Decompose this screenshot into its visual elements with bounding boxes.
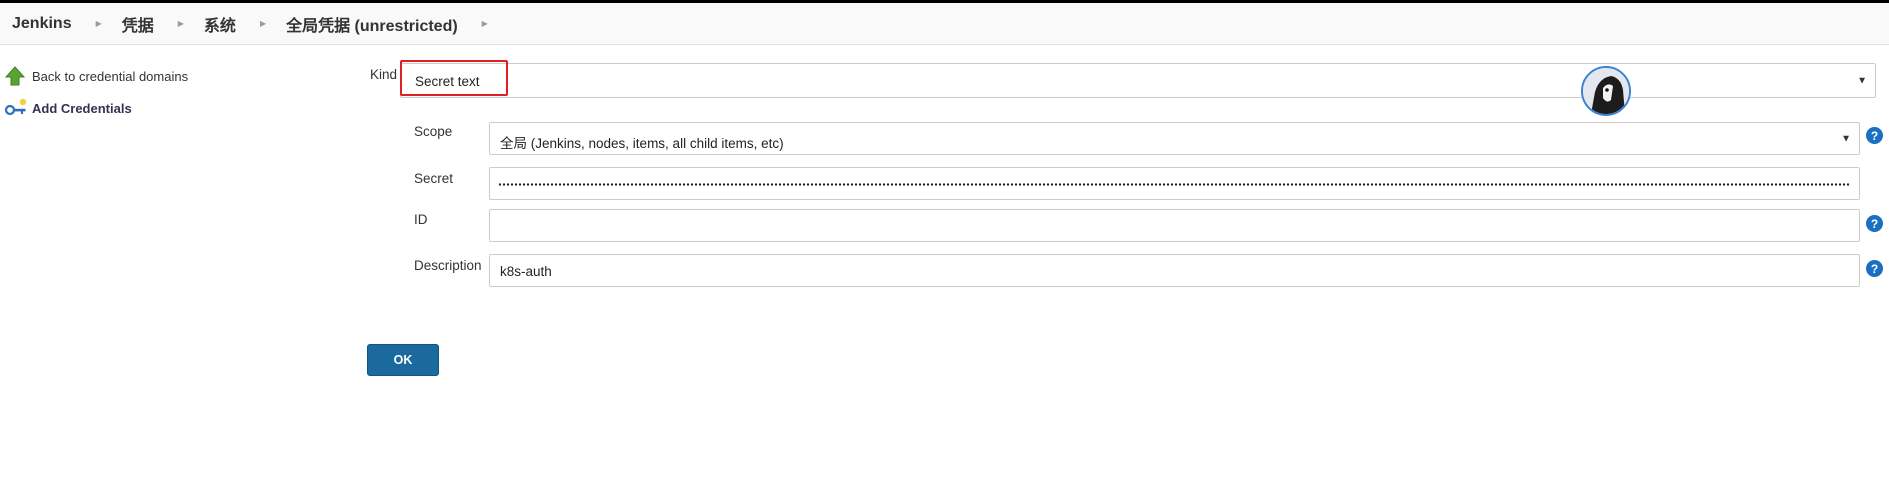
help-icon[interactable]: ? (1866, 127, 1883, 144)
scope-label: Scope (414, 124, 453, 139)
add-credentials-link[interactable]: Add Credentials (0, 92, 360, 124)
id-label: ID (414, 212, 428, 227)
up-arrow-icon (4, 65, 26, 87)
secret-label: Secret (414, 171, 454, 186)
secret-input[interactable] (489, 167, 1860, 200)
help-icon[interactable]: ? (1866, 260, 1883, 277)
side-panel: Back to credential domains Add Credentia… (0, 60, 360, 124)
breadcrumb-item-credentials[interactable]: 凭据 (122, 12, 154, 36)
breadcrumb-item-jenkins[interactable]: Jenkins (12, 15, 72, 33)
caret-down-icon: ▼ (1841, 133, 1851, 144)
add-credentials-label: Add Credentials (32, 100, 132, 116)
kind-select-value: Secret text (415, 74, 480, 89)
chevron-right-icon[interactable]: ▶ (260, 19, 266, 28)
description-input-value: k8s-auth (500, 264, 552, 279)
ok-button[interactable]: OK (367, 344, 439, 376)
chevron-right-icon[interactable]: ▶ (482, 19, 488, 28)
help-icon[interactable]: ? (1866, 215, 1883, 232)
breadcrumb-item-global-credentials[interactable]: 全局凭据 (unrestricted) (286, 12, 458, 36)
back-to-credential-domains-link[interactable]: Back to credential domains (0, 60, 360, 92)
kind-label: Kind (370, 67, 398, 82)
description-input[interactable]: k8s-auth (489, 254, 1860, 287)
key-icon (4, 97, 27, 119)
avatar (1581, 66, 1631, 116)
caret-down-icon: ▼ (1857, 75, 1867, 86)
scope-select-value: 全局 (Jenkins, nodes, items, all child ite… (500, 136, 784, 151)
masked-secret-value (498, 183, 1851, 186)
kind-select[interactable]: Secret text ▼ (400, 63, 1876, 98)
chevron-right-icon[interactable]: ▶ (96, 19, 102, 28)
id-input[interactable] (489, 209, 1860, 242)
scope-select[interactable]: 全局 (Jenkins, nodes, items, all child ite… (489, 122, 1860, 155)
breadcrumb: Jenkins ▶ 凭据 ▶ 系统 ▶ 全局凭据 (unrestricted) … (0, 3, 1889, 45)
description-label: Description (414, 258, 482, 273)
back-to-credential-domains-label: Back to credential domains (32, 68, 189, 84)
chevron-right-icon[interactable]: ▶ (178, 19, 184, 28)
breadcrumb-item-system[interactable]: 系统 (204, 12, 236, 36)
